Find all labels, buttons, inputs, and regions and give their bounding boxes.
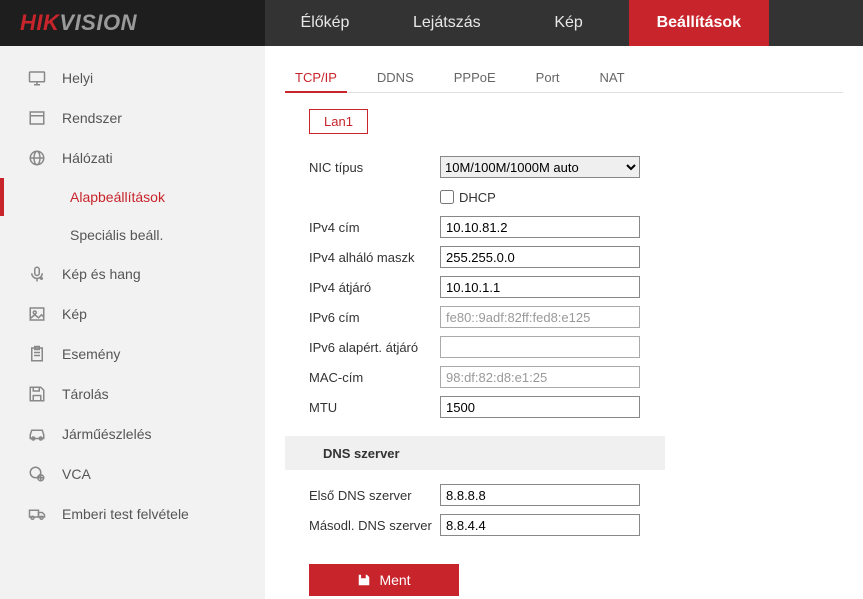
globe-icon bbox=[28, 149, 46, 167]
sidebar-item-label: Tárolás bbox=[62, 386, 109, 402]
ipv6-addr-label: IPv6 cím bbox=[285, 310, 440, 325]
sidebar-item-label: Kép és hang bbox=[62, 266, 141, 282]
sidebar-item-vehicle[interactable]: Járműészlelés bbox=[0, 414, 265, 454]
row-ipv6-gw: IPv6 alapért. átjáró bbox=[285, 332, 843, 362]
sidebar-item-event[interactable]: Esemény bbox=[0, 334, 265, 374]
row-mtu: MTU bbox=[285, 392, 843, 422]
gear-globe-icon bbox=[28, 465, 46, 483]
active-indicator bbox=[0, 178, 4, 216]
subtab-row: Lan1 bbox=[309, 109, 843, 134]
sidebar-sub-basic[interactable]: Alapbeállítások bbox=[0, 178, 265, 216]
tab-row: TCP/IP DDNS PPPoE Port NAT bbox=[285, 64, 843, 93]
topbar: HIKVISION Élőkép Lejátszás Kép Beállítás… bbox=[0, 0, 863, 46]
logo: HIKVISION bbox=[0, 0, 265, 46]
tab-nat[interactable]: NAT bbox=[590, 64, 635, 92]
sidebar-item-image[interactable]: Kép bbox=[0, 294, 265, 334]
ipv6-addr-input bbox=[440, 306, 640, 328]
row-nic-type: NIC típus 10M/100M/1000M auto bbox=[285, 152, 843, 182]
sidebar-item-label: Kép bbox=[62, 306, 87, 322]
save-button-label: Ment bbox=[379, 572, 410, 588]
dns-section-header: DNS szerver bbox=[285, 436, 665, 470]
dns1-label: Első DNS szerver bbox=[285, 488, 440, 503]
topnav-settings[interactable]: Beállítások bbox=[629, 0, 769, 46]
row-ipv6-addr: IPv6 cím bbox=[285, 302, 843, 332]
car-icon bbox=[28, 425, 46, 443]
tab-pppoe[interactable]: PPPoE bbox=[444, 64, 506, 92]
topnav-picture[interactable]: Kép bbox=[509, 0, 629, 46]
tab-ddns[interactable]: DDNS bbox=[367, 64, 424, 92]
save-icon bbox=[28, 385, 46, 403]
ipv4-addr-input[interactable] bbox=[440, 216, 640, 238]
sidebar-item-vca[interactable]: VCA bbox=[0, 454, 265, 494]
dhcp-label: DHCP bbox=[459, 190, 496, 205]
mac-label: MAC-cím bbox=[285, 370, 440, 385]
mic-icon bbox=[28, 265, 46, 283]
dns2-label: Másodl. DNS szerver bbox=[285, 518, 440, 533]
sidebar-item-storage[interactable]: Tárolás bbox=[0, 374, 265, 414]
sidebar-item-label: Helyi bbox=[62, 70, 93, 86]
sidebar-item-network[interactable]: Hálózati bbox=[0, 138, 265, 178]
row-dns2: Másodl. DNS szerver bbox=[285, 510, 843, 540]
sidebar-item-local[interactable]: Helyi bbox=[0, 58, 265, 98]
sidebar-item-label: Hálózati bbox=[62, 150, 113, 166]
ipv6-gw-input bbox=[440, 336, 640, 358]
dns1-input[interactable] bbox=[440, 484, 640, 506]
nic-type-label: NIC típus bbox=[285, 160, 440, 175]
mac-input bbox=[440, 366, 640, 388]
row-mac: MAC-cím bbox=[285, 362, 843, 392]
sidebar-item-label: Járműészlelés bbox=[62, 426, 151, 442]
main-content: TCP/IP DDNS PPPoE Port NAT Lan1 NIC típu… bbox=[265, 46, 863, 599]
mtu-label: MTU bbox=[285, 400, 440, 415]
clipboard-icon bbox=[28, 345, 46, 363]
sidebar-item-label: Esemény bbox=[62, 346, 120, 362]
row-ipv4-addr: IPv4 cím bbox=[285, 212, 843, 242]
sidebar-item-human-body[interactable]: Emberi test felvétele bbox=[0, 494, 265, 534]
ipv4-gw-label: IPv4 átjáró bbox=[285, 280, 440, 295]
save-icon bbox=[357, 573, 371, 587]
ipv4-addr-label: IPv4 cím bbox=[285, 220, 440, 235]
logo-vision: VISION bbox=[59, 10, 137, 36]
ipv4-mask-input[interactable] bbox=[440, 246, 640, 268]
topnav: Élőkép Lejátszás Kép Beállítások bbox=[265, 0, 863, 46]
sidebar-sub-basic-wrap: Alapbeállítások bbox=[0, 178, 265, 216]
nic-type-select[interactable]: 10M/100M/1000M auto bbox=[440, 156, 640, 178]
sidebar-sub-advanced[interactable]: Speciális beáll. bbox=[0, 216, 265, 254]
row-ipv4-mask: IPv4 alháló maszk bbox=[285, 242, 843, 272]
sidebar-item-label: Rendszer bbox=[62, 110, 122, 126]
save-button[interactable]: Ment bbox=[309, 564, 459, 596]
sidebar-item-system[interactable]: Rendszer bbox=[0, 98, 265, 138]
tab-tcpip[interactable]: TCP/IP bbox=[285, 64, 347, 93]
sidebar-item-label: VCA bbox=[62, 466, 91, 482]
mtu-input[interactable] bbox=[440, 396, 640, 418]
sidebar-item-video-audio[interactable]: Kép és hang bbox=[0, 254, 265, 294]
row-ipv4-gw: IPv4 átjáró bbox=[285, 272, 843, 302]
row-dns1: Első DNS szerver bbox=[285, 480, 843, 510]
topnav-live[interactable]: Élőkép bbox=[265, 0, 385, 46]
dhcp-checkbox[interactable] bbox=[440, 190, 454, 204]
monitor-icon bbox=[28, 69, 46, 87]
dns2-input[interactable] bbox=[440, 514, 640, 536]
topnav-playback[interactable]: Lejátszás bbox=[385, 0, 509, 46]
row-dhcp: DHCP bbox=[285, 182, 843, 212]
ipv6-gw-label: IPv6 alapért. átjáró bbox=[285, 340, 440, 355]
logo-hik: HIK bbox=[20, 10, 59, 36]
ipv4-gw-input[interactable] bbox=[440, 276, 640, 298]
container: Helyi Rendszer Hálózati Alapbeállítások … bbox=[0, 46, 863, 599]
window-icon bbox=[28, 109, 46, 127]
sidebar-item-label: Emberi test felvétele bbox=[62, 506, 189, 522]
sidebar: Helyi Rendszer Hálózati Alapbeállítások … bbox=[0, 46, 265, 599]
ipv4-mask-label: IPv4 alháló maszk bbox=[285, 250, 440, 265]
dhcp-wrapper[interactable]: DHCP bbox=[440, 190, 496, 205]
truck-icon bbox=[28, 505, 46, 523]
tab-port[interactable]: Port bbox=[526, 64, 570, 92]
subtab-lan1[interactable]: Lan1 bbox=[309, 109, 368, 134]
image-icon bbox=[28, 305, 46, 323]
